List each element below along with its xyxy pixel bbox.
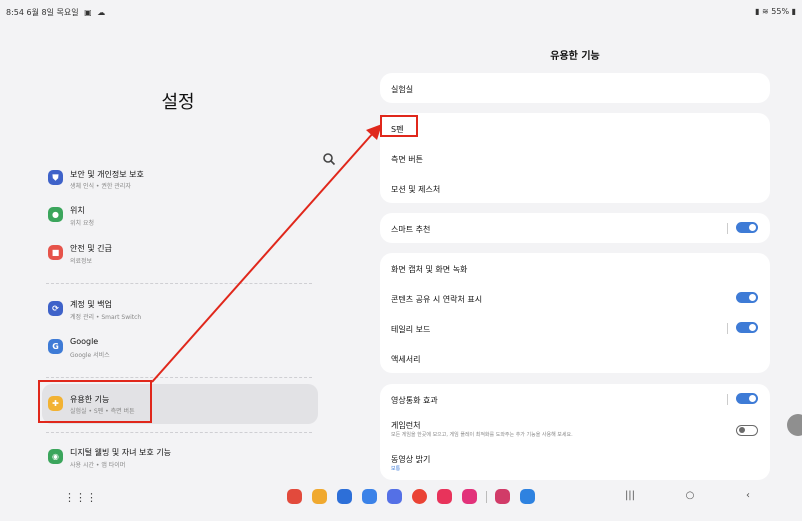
sidebar-item-subtitle: 위치 요청 [70,220,94,227]
sidebar-item-label: 디지털 웰빙 및 자녀 보호 기능 [70,448,172,457]
row-video-brightness[interactable]: 동영상 밝기 보통 [380,446,770,476]
sidebar-item-accounts[interactable]: ⟳ 계정 및 백업 계정 관리 • Smart Switch [42,294,318,334]
video-call-effects-toggle[interactable] [736,393,758,404]
recents-icon[interactable]: ||| [623,490,637,501]
cloud-icon: ☁ [97,8,106,17]
gallery-notification-icon: ▣ [84,8,92,17]
row-divider [727,223,728,234]
card-spen: S펜 측면 버튼 모션 및 제스처 [380,113,770,203]
card-screen-features: 화면 캡처 및 화면 녹화 콘텐츠 공유 시 연락처 표시 테일리 보드 액세서… [380,253,770,373]
row-divider [727,323,728,334]
apps-grid-icon[interactable]: ⋮⋮⋮ [64,491,97,504]
row-label: 실험실 [391,85,414,94]
sidebar-item-label: 안전 및 긴급 [70,244,112,253]
sidebar-item-subtitle: 생체 인식 • 권한 관리자 [70,183,131,190]
location-icon: ● [48,207,63,222]
sidebar-item-subtitle: Google 서비스 [70,352,110,359]
sidebar-item-subtitle: 사용 시간 • 앱 타이머 [70,462,126,469]
app-icon-red[interactable] [287,489,302,504]
row-accessories[interactable]: 액세서리 [380,343,770,373]
row-label: 게임런처 [391,421,421,430]
row-edge-panel[interactable]: 테일리 보드 [380,313,770,343]
battery-icon: ▮ [791,7,796,16]
edge-panel-toggle[interactable] [736,322,758,333]
row-labs[interactable]: 실험실 [380,73,770,103]
home-icon[interactable]: ○ [683,490,697,501]
wifi-icon: ≋ [762,7,769,16]
row-divider [727,394,728,405]
contact-sharing-toggle[interactable] [736,292,758,303]
app-icon-messages[interactable] [362,489,377,504]
row-label: 영상통화 효과 [391,396,438,405]
section-divider [46,377,312,378]
app-icon-camera[interactable] [437,489,452,504]
section-divider [46,283,312,284]
spen-highlight-box [380,115,418,137]
row-value: 보통 [391,466,401,472]
row-label: 콘텐츠 공유 시 연락처 표시 [391,295,483,304]
back-icon[interactable]: ‹ [741,490,755,501]
row-label: 테일리 보드 [391,325,431,334]
sidebar-item-label: 보안 및 개인정보 보호 [70,170,144,179]
sidebar-item-security[interactable]: ⛊ 보안 및 개인정보 보호 생체 인식 • 권한 관리자 [42,168,318,192]
sidebar-item-safety[interactable]: ■ 안전 및 긴급 의료정보 [42,238,318,278]
row-label: 화면 캡처 및 화면 녹화 [391,265,468,274]
sidebar-item-digital-wellbeing[interactable]: ◉ 디지털 웰빙 및 자녀 보호 기능 사용 시간 • 앱 타이머 [42,442,318,482]
battery-saver-icon: ▮ [755,7,760,16]
app-icon-purple[interactable] [387,489,402,504]
smart-suggestions-toggle[interactable] [736,222,758,233]
row-screenshots[interactable]: 화면 캡처 및 화면 녹화 [380,253,770,283]
row-video-call-effects[interactable]: 영상통화 효과 [380,384,770,414]
sync-icon: ⟳ [48,301,63,316]
game-launcher-toggle[interactable] [736,425,758,436]
row-subtitle: 모든 게임을 한곳에 모으고, 게임 플레이 최적화를 도와주는 추가 기능을 … [391,432,573,438]
app-icon-yellow[interactable] [312,489,327,504]
sidebar-item-subtitle: 의료정보 [70,258,93,265]
app-icon-chrome[interactable] [412,489,427,504]
edit-fab-icon[interactable] [787,414,802,436]
card-smart-suggestions: 스마트 추천 [380,213,770,243]
sidebar-item-label: Google [70,337,99,346]
google-icon: G [48,339,63,354]
taskbar: ⋮⋮⋮ ||| ○ ‹ [0,482,802,521]
dock-separator [486,491,487,503]
status-bar: 8:54 6월 8일 목요일 ▣ ☁ ▮ ≋ 55% ▮ [0,0,802,26]
app-icon-recent-2[interactable] [520,489,535,504]
sidebar-item-location[interactable]: ● 위치 위치 요청 [42,200,318,240]
row-label: 액세서리 [391,355,421,364]
row-side-button[interactable]: 측면 버튼 [380,143,770,173]
sidebar-item-label: 계정 및 백업 [70,300,112,309]
row-label: 스마트 추천 [391,225,431,234]
app-icon-blue[interactable] [337,489,352,504]
status-time: 8:54 6월 8일 목요일 [6,8,79,17]
status-right: ▮ ≋ 55% ▮ [755,7,796,16]
row-game-launcher[interactable]: 게임런처 모든 게임을 한곳에 모으고, 게임 플레이 최적화를 도와주는 추가… [380,414,770,446]
row-label: 동영상 밝기 [391,455,431,464]
card-media-features: 영상통화 효과 게임런처 모든 게임을 한곳에 모으고, 게임 플레이 최적화를… [380,384,770,480]
sidebar-item-google[interactable]: G Google Google 서비스 [42,332,318,372]
search-icon[interactable] [322,152,336,166]
wellbeing-icon: ◉ [48,449,63,464]
card-labs: 실험실 [380,73,770,103]
row-label: 측면 버튼 [391,155,423,164]
row-smart-suggestions[interactable]: 스마트 추천 [380,213,770,243]
shield-icon: ⛊ [48,170,63,185]
status-left: 8:54 6월 8일 목요일 ▣ ☁ [6,7,105,18]
sidebar-item-subtitle: 계정 관리 • Smart Switch [70,314,142,321]
page-title: 설정 [161,92,195,113]
row-contact-sharing[interactable]: 콘텐츠 공유 시 연락처 표시 [380,283,770,313]
app-icon-pink[interactable] [462,489,477,504]
detail-title: 유용한 기능 [550,51,600,62]
row-label: 모션 및 제스처 [391,185,441,194]
row-motions[interactable]: 모션 및 제스처 [380,173,770,203]
app-icon-recent-1[interactable] [495,489,510,504]
battery-level: 55% [771,7,790,16]
emergency-icon: ■ [48,245,63,260]
advanced-features-highlight-box [38,380,152,423]
row-spen[interactable]: S펜 [380,113,770,143]
section-divider [46,432,312,433]
sidebar-item-label: 위치 [70,206,85,215]
